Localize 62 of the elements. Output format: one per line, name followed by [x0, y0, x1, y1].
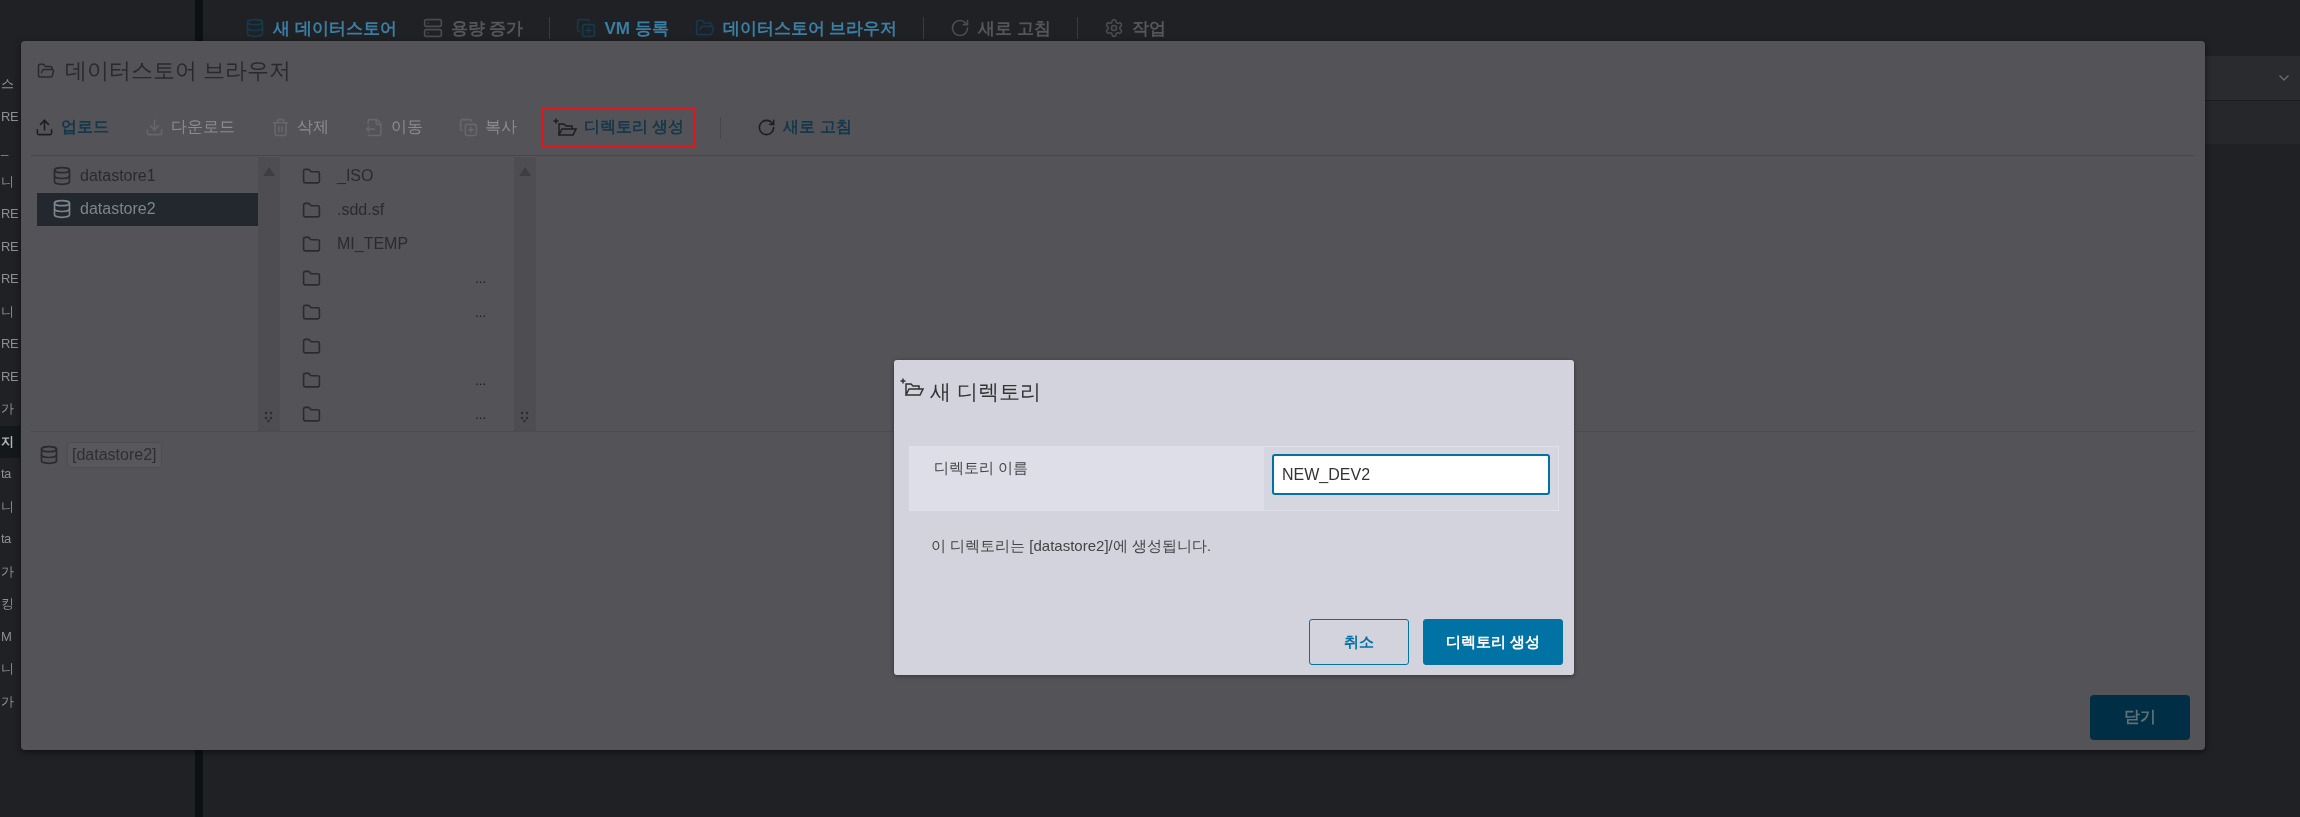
help-text: 이 디렉토리는 [datastore2]/에 생성됩니다.: [930, 537, 1213, 556]
settings-icon: [1104, 18, 1125, 38]
sidebar-item[interactable]: 니: [0, 490, 20, 523]
folder-icon[interactable]: [302, 302, 321, 322]
database-icon: [39, 444, 59, 465]
sidebar-item[interactable]: 니: [0, 295, 20, 328]
server-icon: [422, 18, 443, 38]
toolbar-button[interactable]: 데이터스토어 브라우저: [694, 16, 898, 40]
grip-icon[interactable]: [520, 411, 530, 423]
folder-icon[interactable]: [302, 336, 321, 356]
refresh-icon: [757, 118, 777, 137]
toolbar-button[interactable]: 새 데이터스토어: [245, 16, 397, 40]
sidebar-item[interactable]: 지: [0, 425, 20, 458]
ellipsis: ...: [475, 270, 486, 286]
scrollbar[interactable]: [514, 157, 536, 431]
dialog-title: 새 디렉토리: [930, 379, 1041, 405]
folder-icon[interactable]: [302, 268, 321, 288]
sidebar-item[interactable]: ta: [0, 523, 20, 556]
sidebar-item[interactable]: RE: [0, 230, 20, 263]
sidebar-item[interactable]: RE: [0, 360, 20, 393]
sidebar-item[interactable]: RE: [0, 263, 20, 296]
sidebar-item[interactable]: RE: [0, 328, 20, 361]
folder-icon[interactable]: [302, 200, 321, 220]
sidebar-item[interactable]: 니: [0, 653, 20, 686]
toolbar-button[interactable]: VM 등록: [576, 16, 669, 40]
create-button[interactable]: 디렉토리 생성: [1422, 619, 1563, 665]
ellipsis: ...: [475, 406, 486, 422]
folder-icon: [37, 61, 55, 80]
new-folder-icon: [553, 117, 577, 138]
sidebar-item[interactable]: 가: [0, 393, 20, 426]
upload-icon: [35, 118, 54, 137]
sidebar-item[interactable]: 스: [0, 68, 20, 101]
scrollbar[interactable]: [258, 157, 280, 431]
close-button[interactable]: 닫기: [2090, 695, 2190, 740]
grip-icon[interactable]: [264, 411, 274, 423]
sidebar-item[interactable]: 가: [0, 685, 20, 718]
new-folder-icon: [900, 378, 924, 398]
sidebar-item[interactable]: ta: [0, 458, 20, 491]
ellipsis: ...: [475, 304, 486, 320]
folder-icon[interactable]: [302, 166, 321, 186]
folder-icon: [694, 18, 715, 38]
refresh-icon: [950, 18, 971, 38]
sidebar-item[interactable]: M: [0, 620, 20, 653]
directory-name-field[interactable]: NEW_DEV2: [1272, 454, 1550, 495]
folder-icon[interactable]: [302, 404, 321, 424]
ellipsis: ...: [475, 372, 486, 388]
sidebar-item[interactable]: _: [0, 133, 20, 166]
folder-icon[interactable]: [302, 370, 321, 390]
sidebar-item[interactable]: RE: [0, 100, 20, 133]
sidebar-item[interactable]: RE: [0, 198, 20, 231]
sidebar-item[interactable]: 가: [0, 555, 20, 588]
database-icon: [52, 199, 72, 220]
dropdown-field[interactable]: [2205, 56, 2300, 100]
cancel-button[interactable]: 취소: [1308, 619, 1409, 665]
folder-icon[interactable]: [302, 234, 321, 254]
field-label: 디렉토리 이름: [910, 447, 1264, 510]
database-icon: [245, 18, 265, 38]
datastore-item[interactable]: datastore2: [37, 192, 258, 226]
copy-icon: [576, 18, 597, 38]
database-icon: [52, 165, 72, 186]
sidebar-item[interactable]: 킹: [0, 588, 20, 621]
sidebar-item[interactable]: 니: [0, 165, 20, 198]
